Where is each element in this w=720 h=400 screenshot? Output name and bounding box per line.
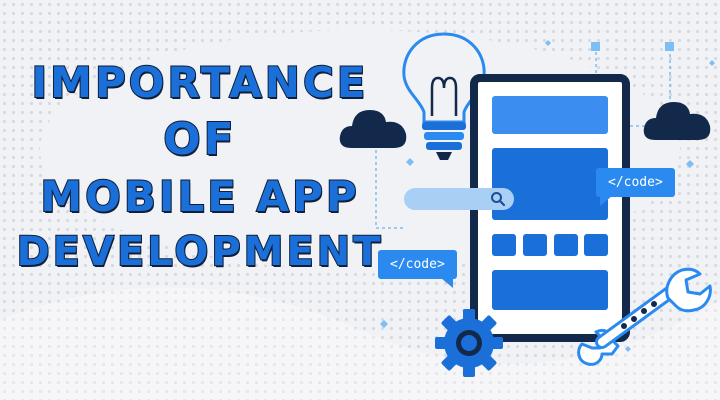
phone-grid-tile (523, 234, 547, 256)
code-bubble-left: </code> (378, 250, 457, 288)
search-icon (491, 192, 506, 207)
phone-grid-tile (492, 234, 516, 256)
phone-grid-tile (584, 234, 608, 256)
phone-content-block (492, 148, 608, 220)
search-bar (404, 188, 514, 210)
cloud-icon (643, 102, 711, 140)
phone-header-block (492, 96, 608, 134)
phone-grid-tile (554, 234, 578, 256)
code-bubble-right: </code> (596, 168, 675, 206)
wrench-icon (577, 267, 712, 366)
gear-icon (435, 309, 503, 377)
